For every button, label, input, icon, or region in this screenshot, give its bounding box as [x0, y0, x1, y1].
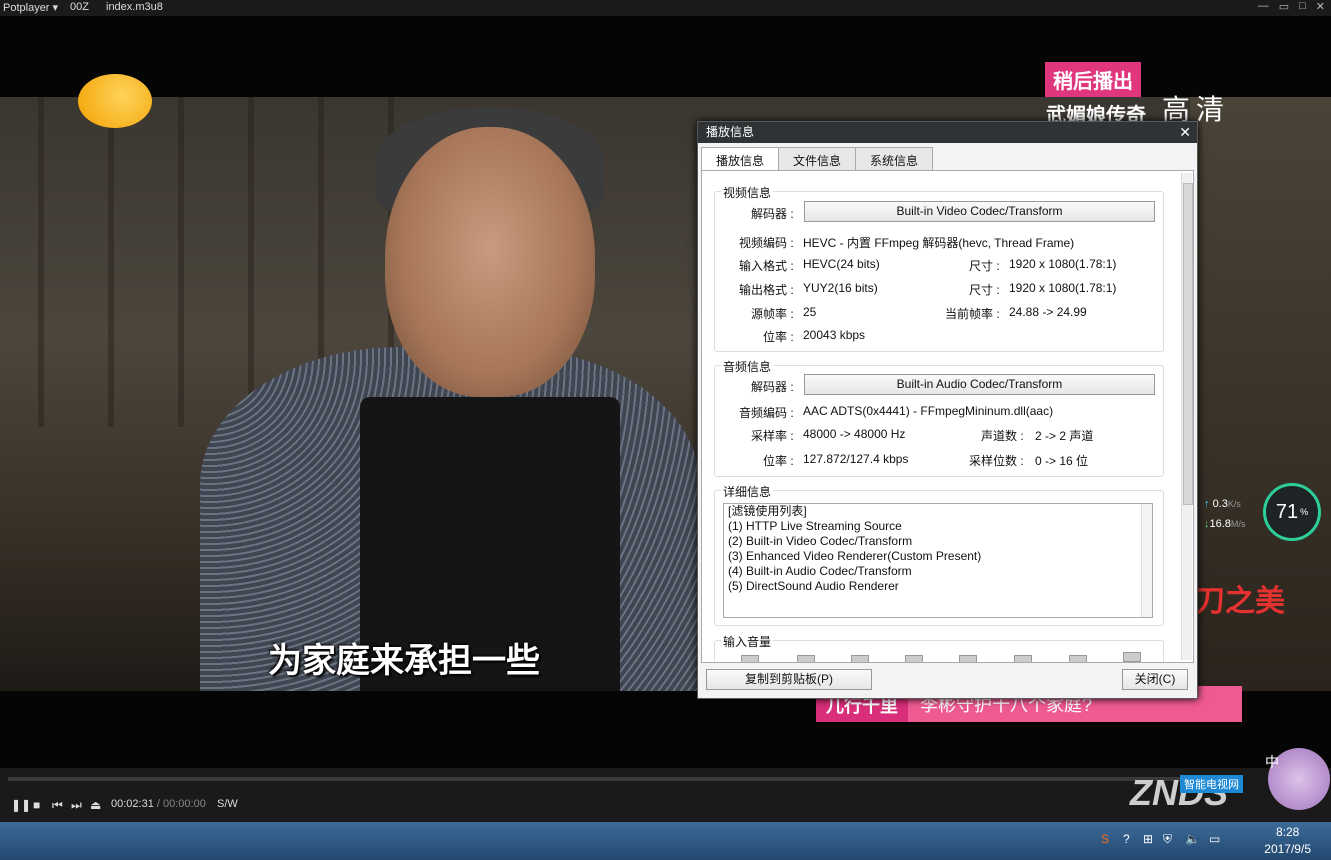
taskbar: S ? ⊞ ⛨ 🔈 ▭ 8:28 2017/9/5	[0, 822, 1331, 860]
video-decoder-button[interactable]: Built-in Video Codec/Transform	[804, 201, 1155, 222]
input-size-label: 尺寸 :	[969, 259, 1000, 273]
next-icon[interactable]: ⏭	[71, 798, 82, 813]
list-item: (5) DirectSound Audio Renderer	[728, 579, 899, 593]
video-group-label: 视频信息	[721, 184, 774, 201]
list-item: (2) Built-in Video Codec/Transform	[728, 534, 913, 548]
channels-value: 2 -> 2 声道	[1035, 429, 1094, 443]
bit-depth-label: 采样位数 :	[969, 454, 1024, 468]
window-title: index.m3u8	[106, 1, 163, 13]
dialog-tabs: 播放信息 文件信息 系统信息	[701, 147, 934, 171]
detail-group-label: 详细信息	[721, 483, 774, 500]
close-button[interactable]: 关闭(C)	[1122, 669, 1188, 690]
clock-time: 8:28	[1275, 825, 1300, 839]
maximize-icon[interactable]: □	[1299, 0, 1306, 13]
source-fps-label: 源帧率 :	[751, 307, 794, 321]
audio-info-group: 音频信息 解码器 : Built-in Audio Codec/Transfor…	[714, 358, 1164, 477]
upload-speed: 0.3	[1212, 498, 1228, 510]
help-icon[interactable]: ?	[1123, 832, 1130, 846]
tab-system-info[interactable]: 系统信息	[855, 147, 934, 171]
copy-to-clipboard-button[interactable]: 复制到剪贴板(P)	[706, 669, 872, 690]
output-size-label: 尺寸 :	[969, 283, 1000, 297]
cpu-gauge: 71%	[1263, 483, 1321, 541]
video-bitrate-label: 位率 :	[763, 330, 794, 344]
system-tray: S ? ⊞ ⛨ 🔈 ▭ 8:28 2017/9/5	[1091, 822, 1331, 860]
dialog-close-icon[interactable]: ✕	[1179, 122, 1191, 143]
video-info-group: 视频信息 解码器 : Built-in Video Codec/Transfor…	[714, 184, 1164, 352]
minimize-icon[interactable]: —	[1258, 0, 1269, 13]
channel-logo	[78, 74, 152, 128]
network-speed: ↑ 0.3K/s ↓16.8M/s	[1204, 498, 1246, 530]
output-format-value: YUY2(16 bits)	[803, 281, 878, 295]
playback-info-dialog: 播放信息 ✕ 播放信息 文件信息 系统信息 视频信息 解码器 : Built-i…	[697, 121, 1198, 699]
calligraphy-text: 刀之美	[1195, 584, 1285, 619]
close-icon[interactable]: ✕	[1316, 0, 1325, 13]
pause-icon[interactable]: ❚❚	[11, 798, 31, 812]
dialog-title-bar: 播放信息 ✕	[698, 122, 1197, 143]
tab-file-info[interactable]: 文件信息	[778, 147, 857, 171]
bit-depth-value: 0 -> 16 位	[1035, 454, 1089, 468]
seek-track[interactable]	[8, 777, 1208, 781]
output-size-value: 1920 x 1080(1.78:1)	[1009, 281, 1117, 295]
list-item: (4) Built-in Audio Codec/Transform	[728, 564, 912, 578]
list-scrollbar[interactable]	[1141, 504, 1152, 617]
download-speed: 16.8	[1209, 518, 1231, 530]
video-decoder-label: 解码器 :	[751, 207, 794, 221]
audio-group-label: 音频信息	[721, 358, 774, 375]
audio-bitrate-label: 位率 :	[763, 454, 794, 468]
input-volume-group: 输入音量	[714, 633, 1164, 662]
volume-icon[interactable]: 🔈	[1185, 832, 1200, 846]
video-bitrate-value: 20043 kbps	[803, 328, 866, 342]
channels-label: 声道数 :	[981, 429, 1024, 443]
audio-decoder-button[interactable]: Built-in Audio Codec/Transform	[804, 374, 1155, 395]
volume-group-label: 输入音量	[721, 633, 774, 650]
list-item: [滤镜使用列表]	[728, 504, 807, 518]
info-panel: 视频信息 解码器 : Built-in Video Codec/Transfor…	[701, 170, 1194, 663]
monitor-icon[interactable]: ▭	[1209, 832, 1220, 846]
decoder-mode[interactable]: S/W	[217, 798, 238, 810]
list-item: (3) Enhanced Video Renderer(Custom Prese…	[728, 549, 982, 563]
title-item: 00Z	[70, 1, 89, 13]
clock[interactable]: 8:28 2017/9/5	[1264, 824, 1311, 858]
input-size-value: 1920 x 1080(1.78:1)	[1009, 257, 1117, 271]
audio-decoder-label: 解码器 :	[751, 380, 794, 394]
person-face	[385, 127, 595, 397]
source-fps-value: 25	[803, 305, 817, 319]
filter-list[interactable]: [滤镜使用列表] (1) HTTP Live Streaming Source …	[723, 503, 1153, 618]
volume-slider-8[interactable]	[1123, 652, 1141, 662]
current-fps-value: 24.88 -> 24.99	[1009, 305, 1087, 319]
video-codec-value: HEVC - 内置 FFmpeg 解码器(hevc, Thread Frame)	[803, 236, 1075, 250]
subtitle-text: 为家庭来承担一些	[268, 642, 540, 680]
detail-info-group: 详细信息 [滤镜使用列表] (1) HTTP Live Streaming So…	[714, 483, 1164, 626]
later-badge: 稍后播出	[1045, 62, 1141, 97]
sample-rate-label: 采样率 :	[751, 429, 794, 443]
network-icon[interactable]: ⊞	[1143, 832, 1153, 846]
restore-icon[interactable]: ▭	[1279, 0, 1289, 13]
title-bar: Potplayer ▾ 00Z index.m3u8 — ▭ □ ✕	[0, 0, 1331, 16]
scrollbar-thumb[interactable]	[1183, 183, 1193, 505]
time-display: 00:02:31 / 00:00:00	[111, 798, 206, 810]
dialog-footer: 复制到剪贴板(P) 关闭(C)	[698, 662, 1197, 698]
dialog-title: 播放信息	[706, 125, 755, 139]
eject-icon[interactable]: ⏏	[90, 798, 101, 812]
sample-rate-value: 48000 -> 48000 Hz	[803, 427, 906, 441]
audio-codec-value: AAC ADTS(0x4441) - FFmpegMininum.dll(aac…	[803, 404, 1054, 418]
sogou-icon[interactable]: S	[1101, 832, 1109, 846]
current-fps-label: 当前帧率 :	[945, 307, 1000, 321]
video-codec-label: 视频编码 :	[739, 236, 794, 250]
tab-playback-info[interactable]: 播放信息	[701, 147, 780, 171]
input-format-label: 输入格式 :	[739, 259, 794, 273]
input-format-value: HEVC(24 bits)	[803, 257, 880, 271]
audio-bitrate-value: 127.872/127.4 kbps	[803, 452, 909, 466]
ime-indicator[interactable]: 中	[1265, 752, 1279, 772]
output-format-label: 输出格式 :	[739, 283, 794, 297]
shield-icon[interactable]: ⛨	[1163, 832, 1172, 847]
znds-tag: 智能电视网	[1180, 775, 1243, 793]
panel-scrollbar[interactable]	[1181, 173, 1193, 660]
audio-codec-label: 音频编码 :	[739, 406, 794, 420]
stop-icon[interactable]: ■	[33, 798, 40, 812]
clock-date: 2017/9/5	[1264, 842, 1311, 856]
list-item: (1) HTTP Live Streaming Source	[728, 519, 902, 533]
app-menu-button[interactable]: Potplayer ▾	[3, 1, 58, 14]
previous-icon[interactable]: ⏮	[52, 798, 63, 813]
